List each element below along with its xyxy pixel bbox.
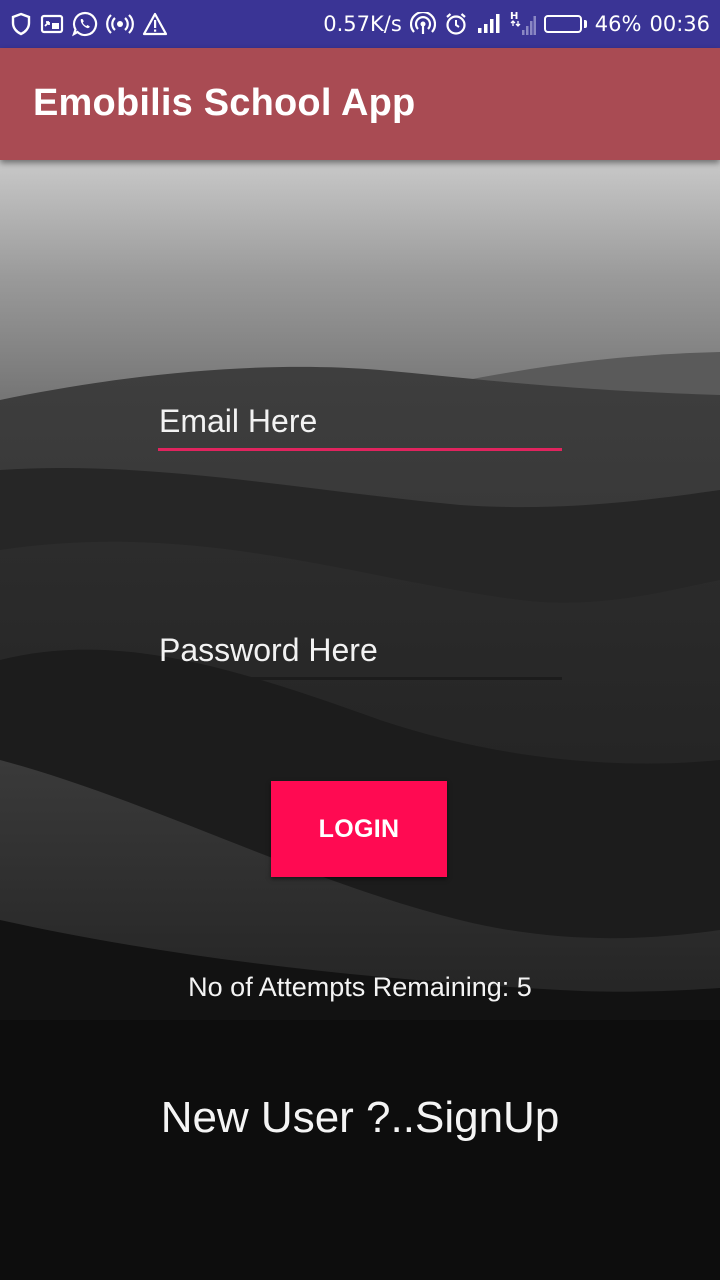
app-title: Emobilis School App: [33, 82, 416, 124]
battery-percent: 46%: [594, 12, 642, 36]
shield-icon: [10, 12, 32, 36]
screen-cast-icon: [40, 13, 64, 35]
attempts-remaining-text: No of Attempts Remaining: 5: [188, 972, 532, 1002]
signal-icon: [476, 13, 502, 35]
network-speed: 0.57K/s: [323, 12, 402, 36]
status-icons-left: [10, 11, 168, 37]
h-signal-icon: H: [510, 10, 536, 38]
alarm-icon: [444, 12, 468, 36]
email-field-container: [158, 403, 562, 451]
login-button[interactable]: LOGIN: [271, 781, 447, 877]
app-bar: Emobilis School App: [0, 48, 720, 160]
warning-icon: [142, 12, 168, 36]
status-bar: 0.57K/s H 46% 00:36: [0, 0, 720, 48]
status-icons-right: 0.57K/s H 46% 00:36: [323, 10, 710, 38]
whatsapp-icon: [72, 11, 98, 37]
password-field-container: [158, 632, 562, 680]
clock: 00:36: [649, 12, 710, 36]
signup-link[interactable]: New User ?..SignUp: [0, 1093, 720, 1143]
battery-icon: [543, 15, 587, 33]
password-input[interactable]: [158, 632, 562, 677]
password-underline: [158, 677, 562, 680]
email-underline: [158, 448, 562, 451]
login-screen: LOGIN No of Attempts Remaining: 5 New Us…: [0, 160, 720, 1280]
email-input[interactable]: [158, 403, 562, 448]
hotspot-icon: [106, 13, 134, 35]
wireless-data-icon: [409, 12, 436, 36]
svg-text:H: H: [510, 11, 518, 22]
